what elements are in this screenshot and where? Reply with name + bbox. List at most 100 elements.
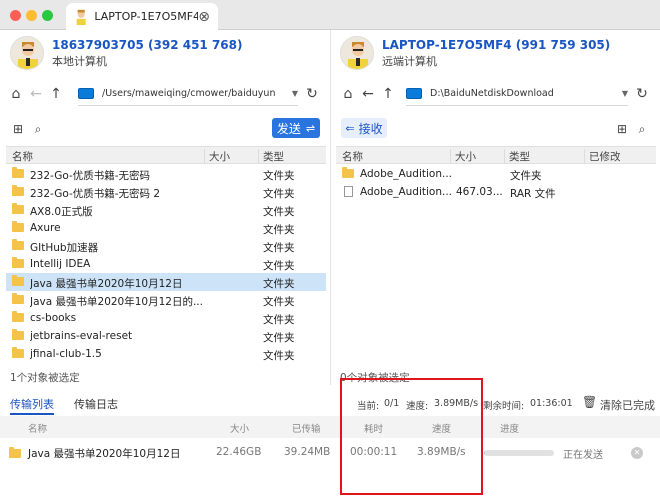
transfer-row[interactable]: Java 最强书单2020年10月12日 22.46GB 39.24MB 00:… [0,440,660,466]
file-type: 文件夹 [263,170,295,182]
file-name: Adobe_Audition... [360,168,452,180]
transfer-progress-bar [484,450,554,456]
trash-icon[interactable]: 🗑 [582,395,597,409]
clear-completed-button[interactable]: 清除已完成 [600,397,655,413]
column-progress: 进度 [500,424,520,435]
column-size[interactable]: 大小 [450,149,476,164]
session-tab[interactable]: LAPTOP-1E7O5MF4 P ⊗ [66,3,218,30]
tab-title: LAPTOP-1E7O5MF4 P [94,10,199,23]
receive-arrow-icon: ⇐ [345,121,355,135]
remote-path: D:\BaiduNetdiskDownload [430,88,554,99]
up-icon[interactable]: ↑ [46,86,66,102]
back-icon[interactable]: ← [26,86,46,102]
folder-icon [12,293,24,304]
receive-button[interactable]: ⇐ 接收 [341,118,387,138]
computer-icon [406,88,422,99]
column-name[interactable]: 名称 [342,149,363,164]
transfer-name: Java 最强书单2020年10月12日 [28,448,181,460]
send-button[interactable]: 发送 ⇌ [272,118,320,138]
remote-file-row[interactable]: Adobe_Audition... 文件夹 [336,165,656,183]
local-file-row[interactable]: Axure 文件夹 [6,219,326,237]
pane-divider[interactable] [330,30,331,385]
active-tab-indicator [10,413,54,415]
file-name: GItHub加速器 [30,242,99,254]
local-file-row[interactable]: 232-Go-优质书籍-无密码 2 文件夹 [6,183,326,201]
folder-icon [12,167,24,178]
local-status: 1个对象被选定 [10,372,80,384]
tab-transfer-log[interactable]: 传输日志 [74,396,118,412]
chevron-down-icon[interactable]: ▼ [622,89,628,98]
remote-label: 远端计算机 [382,55,437,68]
remaining-label: 剩余时间: [483,401,525,412]
send-label: 发送 [276,121,301,136]
file-name: Axure [30,222,61,234]
maximize-window-button[interactable] [42,10,53,21]
file-type: 文件夹 [263,350,295,362]
file-type: 文件夹 [263,206,295,218]
column-modified[interactable]: 已修改 [584,149,621,164]
highlight-box [340,378,483,495]
refresh-icon[interactable]: ↻ [632,86,652,102]
local-file-row[interactable]: 232-Go-优质书籍-无密码 文件夹 [6,165,326,183]
tab-transfer-list[interactable]: 传输列表 [10,396,54,412]
new-folder-icon[interactable]: ⊞ [8,122,28,136]
file-size: 467.03... [456,186,502,198]
search-icon[interactable]: ⌕ [632,122,652,137]
transfer-transferred: 39.24MB [284,446,331,458]
remote-path-box[interactable]: D:\BaiduNetdiskDownload ▼ [406,82,628,106]
refresh-icon[interactable]: ↻ [302,86,322,102]
avatar-icon [76,9,86,25]
local-file-row[interactable]: jfinal-club-1.5 文件夹 [6,345,326,363]
cancel-transfer-icon[interactable]: ✕ [631,447,643,459]
file-name: Java 最强书单2020年10月12日 [30,278,183,290]
home-icon[interactable]: ⌂ [338,86,358,102]
file-name: jfinal-club-1.5 [30,348,102,360]
local-file-row[interactable]: Java 最强书单2020年10月12日的... 文件夹 [6,291,326,309]
file-type: 文件夹 [263,314,295,326]
local-nav: ⌂ ← ↑ [6,80,66,108]
column-size[interactable]: 大小 [204,149,230,164]
column-name: 名称 [28,424,48,435]
file-name: cs-books [30,312,77,324]
remote-file-row[interactable]: Adobe_Audition... 467.03... RAR 文件 [336,183,656,201]
local-file-row[interactable]: Intellij IDEA 文件夹 [6,255,326,273]
minimize-window-button[interactable] [26,10,37,21]
local-file-row[interactable]: jetbrains-eval-reset 文件夹 [6,327,326,345]
back-icon[interactable]: ← [358,86,378,102]
remote-nav: ⌂ ← ↑ [338,80,398,108]
local-file-row[interactable]: AX8.0正式版 文件夹 [6,201,326,219]
folder-icon [12,257,24,268]
up-icon[interactable]: ↑ [378,86,398,102]
file-name: jetbrains-eval-reset [30,330,133,342]
search-icon[interactable]: ⌕ [28,122,48,137]
column-type[interactable]: 类型 [504,149,530,164]
local-path-box[interactable]: /Users/maweiqing/cmower/baiduyun ▼ [78,82,298,106]
file-icon [344,186,353,197]
column-transferred: 已传输 [292,424,321,435]
tab-close-icon[interactable]: ⊗ [198,9,210,25]
new-folder-icon[interactable]: ⊞ [612,122,632,136]
remote-avatar [340,36,374,70]
file-type: 文件夹 [263,242,295,254]
title-bar: LAPTOP-1E7O5MF4 P ⊗ [0,0,660,30]
file-name: 232-Go-优质书籍-无密码 2 [30,188,161,200]
local-file-row[interactable]: Java 最强书单2020年10月12日 文件夹 [6,273,326,291]
chevron-down-icon[interactable]: ▼ [292,89,298,98]
local-path: /Users/maweiqing/cmower/baiduyun [102,88,276,99]
file-name: Adobe_Audition... [360,186,452,198]
local-id: 18637903705 (392 451 768) [52,38,243,52]
folder-icon [12,203,24,214]
file-type: RAR 文件 [510,188,556,200]
column-name[interactable]: 名称 [12,149,33,164]
folder-icon [12,311,24,322]
computer-icon [78,88,94,99]
file-type: 文件夹 [263,278,295,290]
column-size: 大小 [230,424,250,435]
file-type: 文件夹 [263,188,295,200]
column-type[interactable]: 类型 [258,149,284,164]
local-file-row[interactable]: GItHub加速器 文件夹 [6,237,326,255]
close-window-button[interactable] [10,10,21,21]
home-icon[interactable]: ⌂ [6,86,26,102]
local-file-row[interactable]: cs-books 文件夹 [6,309,326,327]
local-table-header: 名称 大小 类型 [6,146,326,164]
